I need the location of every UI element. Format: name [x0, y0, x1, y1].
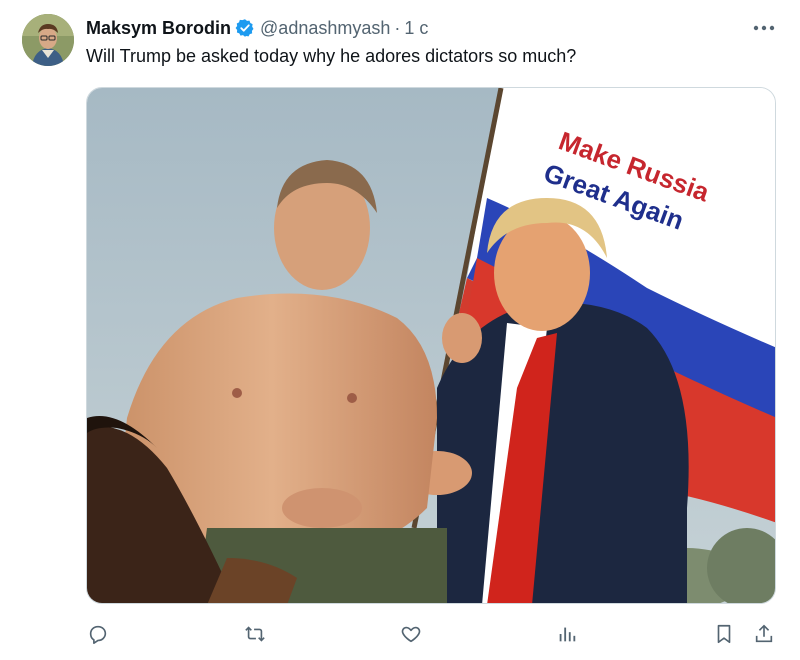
author-name[interactable]: Maksym Borodin	[86, 18, 231, 39]
more-dots-icon[interactable]	[750, 16, 778, 40]
verified-badge-icon[interactable]	[235, 18, 255, 38]
separator-dot: ·	[394, 17, 401, 38]
bookmark-icon[interactable]	[710, 620, 738, 648]
avatar[interactable]	[22, 14, 74, 66]
author-handle[interactable]: @adnashmyash	[260, 18, 390, 39]
like-icon[interactable]	[397, 620, 425, 648]
tweet-text: Will Trump be asked today why he adores …	[86, 46, 577, 66]
views-icon[interactable]	[553, 620, 581, 648]
action-bar	[0, 618, 800, 652]
share-icon[interactable]	[750, 620, 778, 648]
tweet-header: Maksym Borodin @adnashmyash · 1 с	[86, 16, 428, 40]
tweet-image[interactable]: Make Russia Great Again	[86, 87, 776, 604]
tweet[interactable]: Maksym Borodin @adnashmyash · 1 с Will T…	[0, 0, 800, 660]
timestamp[interactable]: 1 с	[404, 18, 428, 39]
retweet-icon[interactable]	[241, 620, 269, 648]
reply-icon[interactable]	[84, 620, 112, 648]
